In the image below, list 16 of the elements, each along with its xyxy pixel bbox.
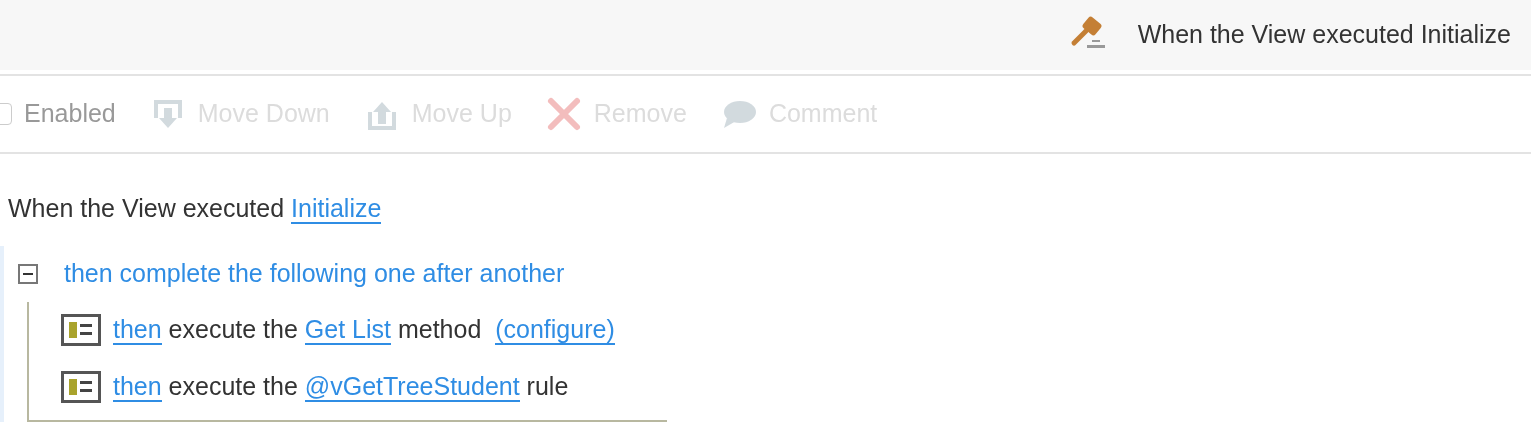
close-icon [545,96,582,132]
rule-link[interactable]: @vGetTreeStudent [304,372,520,403]
rule-link[interactable]: Initialize [291,194,382,224]
enabled-label: Enabled [24,98,116,130]
rule-link[interactable]: (configure) [495,315,615,346]
rule-link[interactable]: Get List [304,315,391,346]
rule-link[interactable]: then [113,372,162,403]
action-icon [61,314,101,346]
event-sentence: When the View executed Initialize [8,194,382,224]
collapse-toggle[interactable] [18,263,38,284]
action-icon [61,371,101,403]
action-sentence: then execute the Get List method (configure) [113,314,615,348]
rule-link[interactable]: then [113,315,162,346]
rule-title: When the View executed Initialize [1137,19,1511,51]
action-sentence: then execute the @vGetTreeStudent rule [113,371,569,405]
group-label: then complete the following one after another [64,257,565,289]
